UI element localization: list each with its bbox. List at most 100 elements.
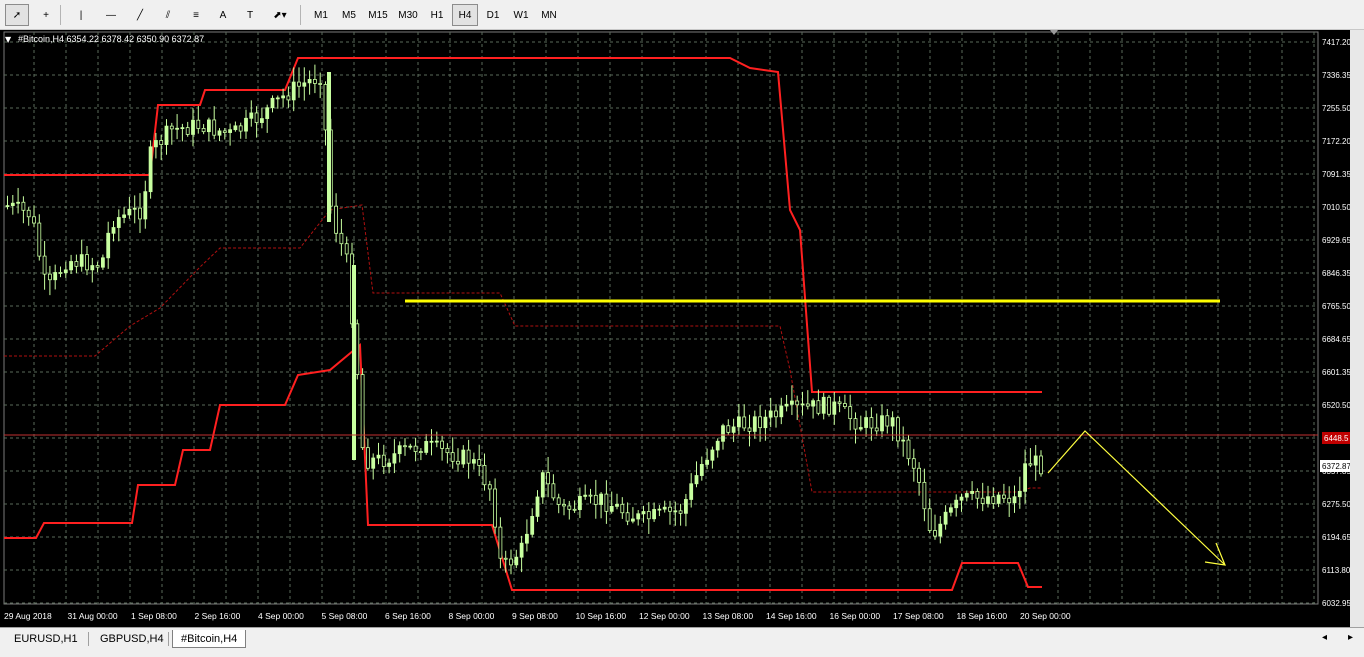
candle-body xyxy=(74,261,79,267)
horizontal-line-icon[interactable]: — xyxy=(99,4,123,26)
timeframe-m30-button[interactable]: M30 xyxy=(394,4,422,26)
toolbar-separator xyxy=(60,5,61,25)
candle-body xyxy=(5,205,10,207)
candle-body xyxy=(381,454,386,467)
price-tick-label: 7172.20 xyxy=(1322,137,1351,146)
candle-body xyxy=(980,497,985,504)
candle-body xyxy=(991,496,996,504)
text-label-icon[interactable]: T xyxy=(238,4,262,26)
candle-body xyxy=(752,416,757,432)
candle-body xyxy=(487,484,492,490)
scroll-left-icon[interactable]: ◂ xyxy=(1322,632,1327,643)
timeframe-mn-button[interactable]: MN xyxy=(536,4,562,26)
candle-body xyxy=(21,201,26,211)
candle-body xyxy=(191,119,195,135)
candle-body xyxy=(853,418,858,430)
candle-body xyxy=(138,207,142,220)
candle-body xyxy=(509,558,513,566)
candle-body xyxy=(901,439,906,442)
candle-body xyxy=(959,496,964,501)
candle-body xyxy=(699,464,704,476)
arrows-icon[interactable]: ⬈▾ xyxy=(266,4,294,26)
candle-body xyxy=(254,112,259,123)
candle-body xyxy=(747,427,752,432)
trendline-icon[interactable]: ╱ xyxy=(128,4,152,26)
time-tick-label: 5 Sep 08:00 xyxy=(322,611,368,621)
cursor-arrow-icon[interactable]: ➚ xyxy=(5,4,29,26)
equidistant-channel-icon[interactable]: ⫽ xyxy=(156,4,180,26)
price-tick-label: 6601.35 xyxy=(1322,368,1351,377)
tab-separator xyxy=(88,632,89,646)
scroll-right-icon[interactable]: ▸ xyxy=(1348,632,1353,643)
candle-body xyxy=(48,273,52,281)
chart-header: #Bitcoin,H4 6354.22 6378.42 6350.90 6372… xyxy=(18,34,204,44)
timeframe-h1-button[interactable]: H1 xyxy=(424,4,450,26)
candle-body xyxy=(159,140,164,145)
candle-body xyxy=(742,416,747,429)
price-tick-label: 6032.95 xyxy=(1322,599,1351,608)
candle-body xyxy=(352,265,356,460)
candle-body xyxy=(678,510,683,514)
time-tick-label: 16 Sep 00:00 xyxy=(830,611,881,621)
crosshair-icon[interactable]: + xyxy=(34,4,58,26)
collapse-icon[interactable]: ▼ xyxy=(5,35,12,44)
candle-body xyxy=(715,440,720,451)
candle-body xyxy=(949,507,953,513)
candle-body xyxy=(466,449,471,464)
channel-mid-line xyxy=(4,204,1042,493)
candle-body xyxy=(291,81,296,101)
timeframe-m15-button[interactable]: M15 xyxy=(364,4,392,26)
price-chart[interactable]: 7417.20 7336.35 7255.50 7172.20 7091.35 7010.… xyxy=(0,30,1364,627)
candle-body xyxy=(869,417,874,429)
chart-tab[interactable]: EURUSD,H1 xyxy=(6,630,86,648)
candle-body xyxy=(726,425,731,433)
candle-body xyxy=(69,261,73,271)
text-icon[interactable]: A xyxy=(211,4,235,26)
candle-body xyxy=(101,257,105,268)
time-tick-label: 6 Sep 16:00 xyxy=(385,611,431,621)
candle-body xyxy=(217,130,222,136)
candle-body xyxy=(180,127,185,130)
chart-tab[interactable]: GBPUSD,H4 xyxy=(92,630,172,648)
candle-body xyxy=(673,510,678,513)
candle-body xyxy=(424,441,429,453)
price-tick-label: 6929.65 xyxy=(1322,236,1351,245)
candle-body xyxy=(970,490,974,494)
vertical-line-icon[interactable]: | xyxy=(69,4,93,26)
candle-body xyxy=(365,447,370,469)
candle-body xyxy=(259,118,264,123)
candle-body xyxy=(169,125,174,130)
candle-body xyxy=(657,508,662,511)
candle-body xyxy=(122,214,126,218)
candle-body xyxy=(933,530,937,537)
candle-body xyxy=(567,505,572,510)
timeframe-d1-button[interactable]: D1 xyxy=(480,4,506,26)
fibonacci-icon[interactable]: ≡ xyxy=(184,4,208,26)
candle-body xyxy=(1028,463,1033,466)
candle-body xyxy=(646,511,651,520)
candle-body xyxy=(885,415,890,427)
timeframe-m5-button[interactable]: M5 xyxy=(336,4,362,26)
timeframe-m1-button[interactable]: M1 xyxy=(308,4,334,26)
vertical-scrollbar[interactable] xyxy=(1350,30,1364,627)
candle-body xyxy=(625,512,630,522)
candle-body xyxy=(477,459,482,466)
chart-overlays xyxy=(4,30,1318,566)
candle-body xyxy=(397,445,402,455)
candle-body xyxy=(175,127,180,130)
timeframe-w1-button[interactable]: W1 xyxy=(508,4,534,26)
candle-body xyxy=(498,526,503,559)
candle-body xyxy=(540,472,545,498)
candle-body xyxy=(631,518,635,522)
candle-body xyxy=(864,417,868,428)
candle-body xyxy=(132,207,137,210)
candle-body xyxy=(519,542,524,558)
candle-body xyxy=(684,499,688,514)
timeframe-h4-button[interactable]: H4 xyxy=(452,4,478,26)
chart-window[interactable]: 7417.20 7336.35 7255.50 7172.20 7091.35 7010.… xyxy=(0,30,1364,627)
candle-body xyxy=(58,272,63,274)
chart-tab[interactable]: #Bitcoin,H4 xyxy=(172,630,247,648)
candle-body xyxy=(153,140,158,148)
candle-body xyxy=(556,497,561,505)
candle-body xyxy=(689,483,694,500)
